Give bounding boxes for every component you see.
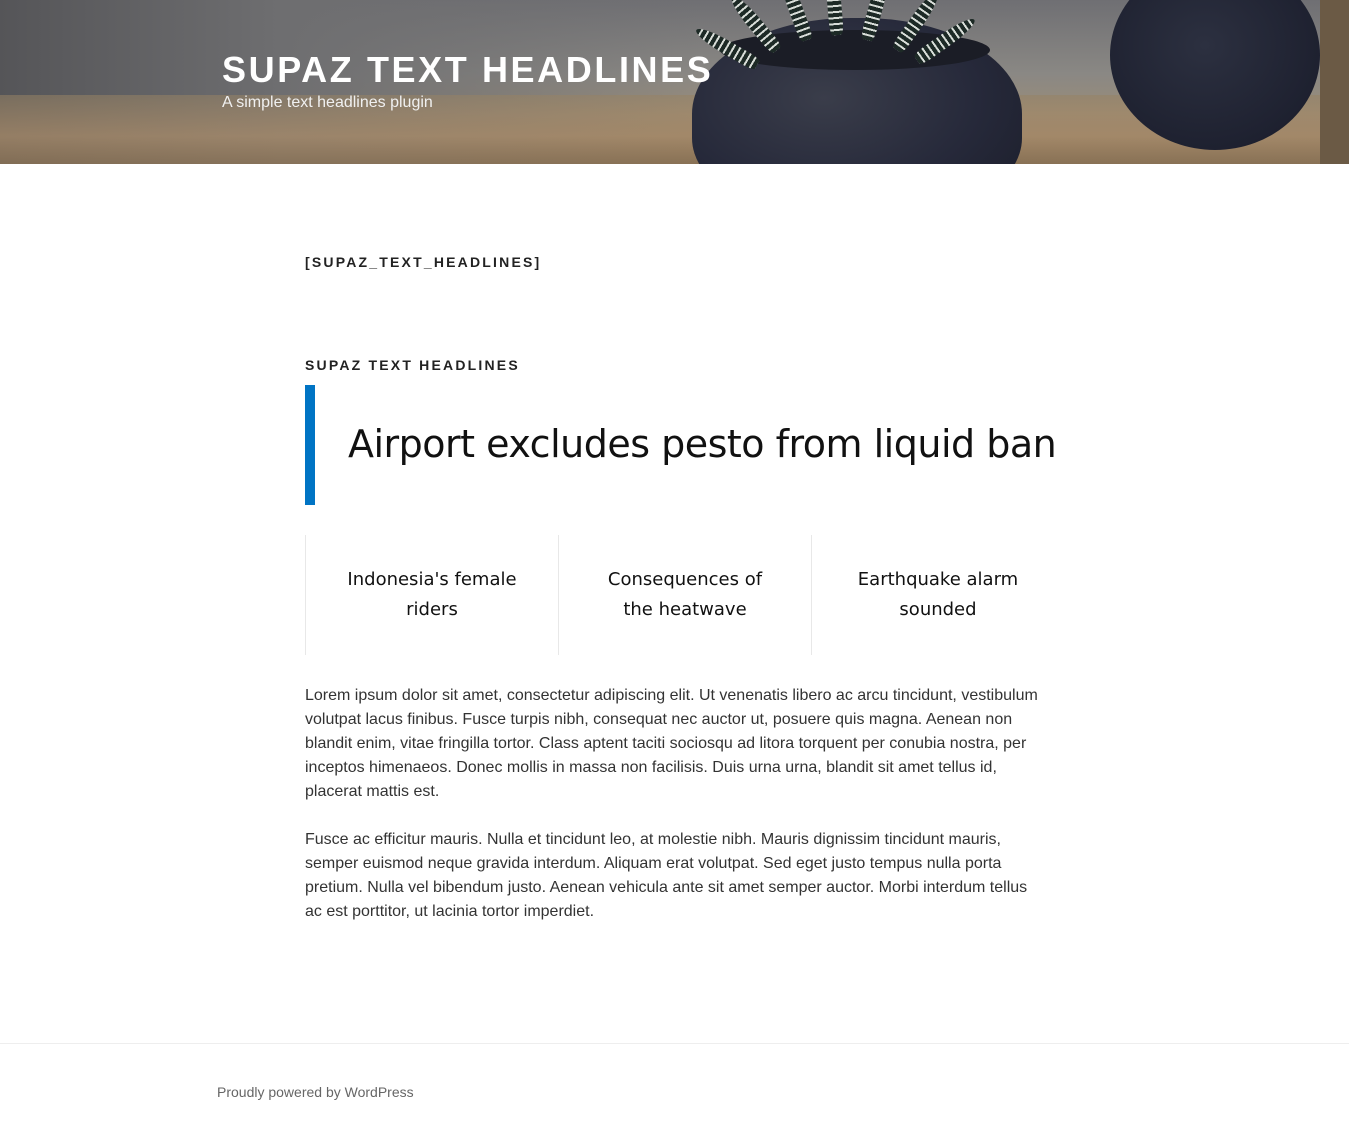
footer-divider [0,1043,1349,1044]
footer-credit-link[interactable]: Proudly powered by WordPress [217,1081,414,1103]
page-title: [SUPAZ_TEXT_HEADLINES] [305,254,542,270]
paragraph: Lorem ipsum dolor sit amet, consectetur … [305,687,1038,800]
sub-headline-text[interactable]: Consequences of the heatwave [595,565,775,625]
sub-headlines: Indonesia's female riders Consequences o… [305,535,1064,655]
sub-headline-text[interactable]: Indonesia's female riders [342,565,522,625]
site-title[interactable]: SUPAZ TEXT HEADLINES [222,48,713,92]
sub-headline-item[interactable]: Consequences of the heatwave [558,535,811,655]
site-description: A simple text headlines plugin [222,94,433,111]
featured-headline-box: Airport excludes pesto from liquid ban [305,385,1057,505]
entry-content: Lorem ipsum dolor sit amet, consectetur … [305,684,1040,948]
featured-headline[interactable]: Airport excludes pesto from liquid ban [348,418,1057,470]
paragraph: Fusce ac efficitur mauris. Nulla et tinc… [305,831,1028,920]
main-content: [SUPAZ_TEXT_HEADLINES] SUPAZ TEXT HEADLI… [305,250,1057,920]
sub-headline-item[interactable]: Indonesia's female riders [305,535,558,655]
site-header: SUPAZ TEXT HEADLINES A simple text headl… [0,0,1349,164]
site-branding: SUPAZ TEXT HEADLINES A simple text headl… [222,48,713,114]
sub-headline-text[interactable]: Earthquake alarm sounded [848,565,1028,625]
widget-title: SUPAZ TEXT HEADLINES [305,357,520,373]
sub-headline-item[interactable]: Earthquake alarm sounded [811,535,1064,655]
header-image-edge [1320,0,1349,164]
